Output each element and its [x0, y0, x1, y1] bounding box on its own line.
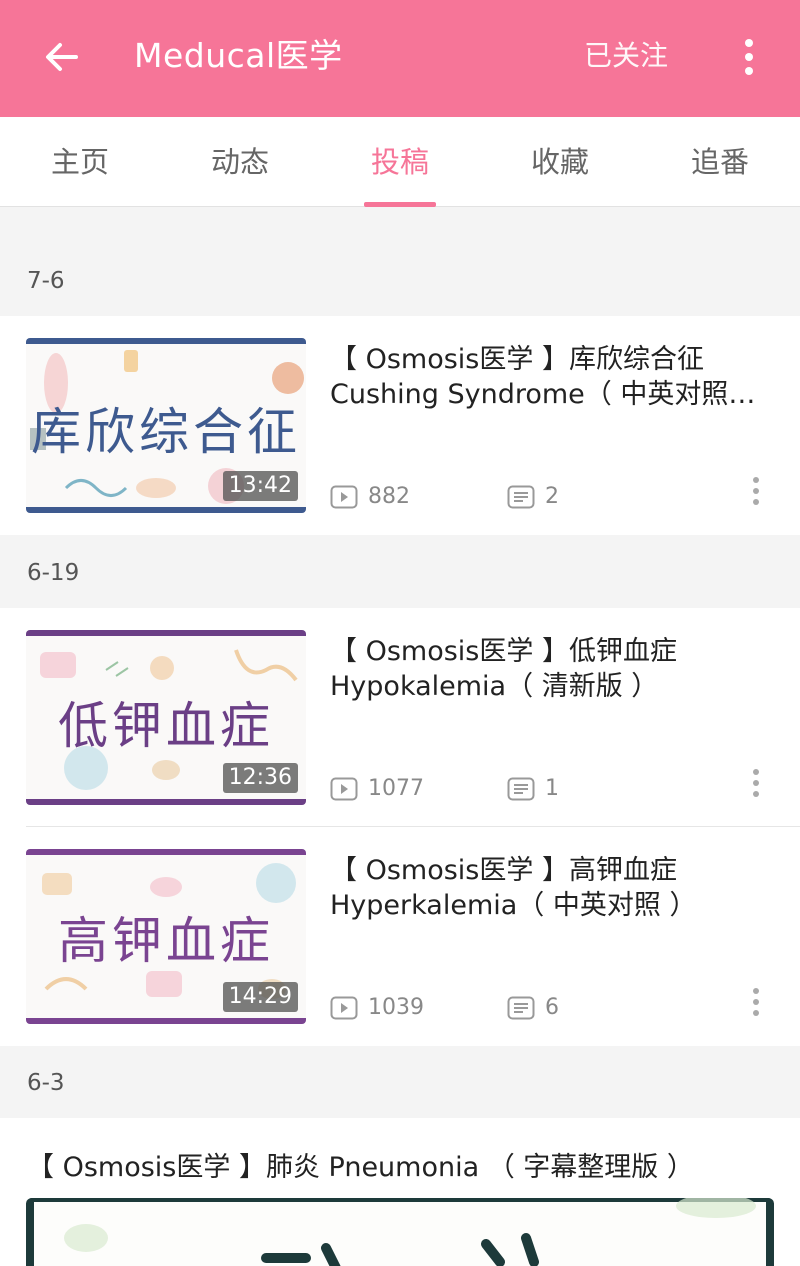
comment-count: 1 — [507, 775, 559, 803]
tab-label: 动态 — [210, 145, 269, 179]
video-title-line: Hyperkalemia（ 中英对照 ） — [330, 890, 697, 921]
video-duration: 14:29 — [222, 982, 298, 1012]
video-title[interactable]: 【 Osmosis医学 】低钾血症 Hypokalemia（ 清新版 ） — [330, 634, 770, 704]
more-vert-icon[interactable] — [735, 35, 763, 79]
view-count-value: 1039 — [368, 995, 424, 1020]
video-card[interactable]: 库欣综合征 13:42 【 Osmosis医学 】库欣综合征 Cushing S… — [0, 316, 800, 535]
tab-following-series[interactable]: 追番 — [640, 117, 800, 207]
video-thumbnail[interactable]: 库欣综合征 13:42 — [26, 338, 306, 513]
video-title-line: Hypokalemia（ 清新版 ） — [330, 671, 659, 702]
comment-count: 6 — [507, 994, 559, 1022]
app-bar: Meducal医学 已关注 — [0, 0, 800, 117]
tab-home[interactable]: 主页 — [0, 117, 160, 207]
video-title-line: 【 Osmosis医学 】库欣综合征 — [330, 344, 704, 375]
tab-bar: 主页 动态 投稿 收藏 追番 — [0, 117, 800, 207]
follow-button[interactable]: 已关注 — [584, 37, 668, 75]
view-count: 1039 — [330, 994, 424, 1022]
comment-icon — [507, 777, 535, 801]
tab-label: 追番 — [690, 145, 749, 179]
comment-count: 2 — [507, 483, 559, 511]
thumbnail-frame — [26, 799, 306, 805]
tab-label: 收藏 — [530, 145, 589, 179]
video-thumbnail[interactable] — [26, 1198, 774, 1266]
tab-label: 主页 — [50, 145, 109, 179]
item-more-icon[interactable] — [746, 474, 766, 508]
video-list: 低钾血症 12:36 【 Osmosis医学 】低钾血症 Hypokalemia… — [0, 608, 800, 1046]
video-title[interactable]: 【 Osmosis医学 】库欣综合征 Cushing Syndrome（ 中英对… — [330, 342, 770, 412]
item-more-icon[interactable] — [746, 985, 766, 1019]
section-date: 6-3 — [27, 1070, 65, 1096]
video-title-line: 【 Osmosis医学 】高钾血症 — [330, 855, 677, 886]
video-title[interactable]: 【 Osmosis医学 】高钾血症 Hyperkalemia（ 中英对照 ） — [330, 853, 770, 923]
section-date: 7-6 — [27, 268, 65, 294]
video-title-line: 【 Osmosis医学 】低钾血症 — [330, 636, 677, 667]
tab-favorites[interactable]: 收藏 — [480, 117, 640, 207]
thumbnail-title-art: 库欣综合征 — [31, 403, 301, 461]
comment-icon — [507, 485, 535, 509]
play-count-icon — [330, 777, 358, 801]
thumbnail-illustration — [64, 1198, 756, 1266]
play-count-icon — [330, 485, 358, 509]
thumbnail-frame — [26, 507, 306, 513]
comment-count-value: 6 — [545, 995, 559, 1020]
video-duration: 12:36 — [222, 763, 298, 793]
thumbnail-frame — [26, 1018, 306, 1024]
active-tab-indicator — [364, 202, 436, 207]
video-thumbnail[interactable]: 低钾血症 12:36 — [26, 630, 306, 805]
video-duration: 13:42 — [222, 471, 298, 501]
view-count-value: 882 — [368, 484, 410, 509]
section-date: 6-19 — [27, 560, 80, 586]
video-title-line: Cushing Syndrome（ 中英对照… — [330, 379, 756, 410]
video-thumbnail[interactable]: 高钾血症 14:29 — [26, 849, 306, 1024]
view-count-value: 1077 — [368, 776, 424, 801]
comment-icon — [507, 996, 535, 1020]
page-title: Meducal医学 — [134, 36, 343, 75]
play-count-icon — [330, 996, 358, 1020]
view-count: 1077 — [330, 775, 424, 803]
tab-submissions[interactable]: 投稿 — [320, 117, 480, 207]
list-divider — [26, 826, 800, 827]
thumbnail-title-art: 低钾血症 — [58, 697, 274, 755]
thumbnail-title-art: 高钾血症 — [58, 912, 274, 970]
comment-count-value: 1 — [545, 776, 559, 801]
video-title[interactable]: 【 Osmosis医学 】肺炎 Pneumonia （ 字幕整理版 ） — [27, 1150, 694, 1185]
item-more-icon[interactable] — [746, 766, 766, 800]
comment-count-value: 2 — [545, 484, 559, 509]
back-arrow-icon[interactable] — [40, 35, 84, 79]
tab-label: 投稿 — [370, 145, 429, 179]
view-count: 882 — [330, 483, 410, 511]
tab-activity[interactable]: 动态 — [160, 117, 320, 207]
